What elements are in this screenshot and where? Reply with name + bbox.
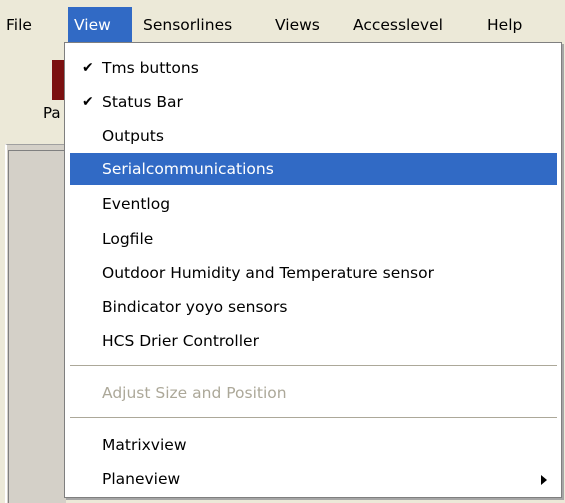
menu-sensorlines[interactable]: Sensorlines (143, 7, 232, 43)
content-panel (8, 150, 65, 503)
menu-views[interactable]: Views (275, 7, 320, 43)
menu-item-label: Outputs (102, 127, 164, 145)
menu-item-bindicator-sensors[interactable]: Bindicator yoyo sensors (70, 291, 557, 323)
menu-view[interactable]: View (68, 7, 132, 43)
checkmark-icon: ✔ (82, 94, 94, 110)
menu-item-adjust-size-position: Adjust Size and Position (70, 377, 557, 409)
menu-item-label: Adjust Size and Position (102, 384, 287, 402)
menu-file[interactable]: File (0, 7, 63, 43)
menu-item-eventlog[interactable]: Eventlog (70, 188, 557, 220)
menu-item-label: Bindicator yoyo sensors (102, 298, 288, 316)
menu-bar: File View Sensorlines Views Accesslevel … (0, 0, 565, 44)
menu-item-outdoor-sensor[interactable]: Outdoor Humidity and Temperature sensor (70, 257, 557, 289)
menu-item-tms-buttons[interactable]: ✔ Tms buttons (70, 52, 557, 84)
toolbar-button-label: Pa (43, 104, 61, 122)
menu-item-logfile[interactable]: Logfile (70, 223, 557, 255)
view-dropdown-menu: ✔ Tms buttons ✔ Status Bar Outputs Seria… (64, 42, 562, 498)
menu-item-label: Matrixview (102, 436, 187, 454)
menu-item-label: Logfile (102, 230, 154, 248)
checkmark-icon: ✔ (82, 60, 94, 76)
submenu-arrow-icon (541, 475, 547, 485)
menu-item-label: Outdoor Humidity and Temperature sensor (102, 264, 434, 282)
menu-item-outputs[interactable]: Outputs (70, 120, 557, 152)
menu-item-serialcommunications[interactable]: Serialcommunications (70, 153, 557, 185)
menu-item-matrixview[interactable]: Matrixview (70, 429, 557, 461)
menu-item-label: Tms buttons (102, 59, 199, 77)
menu-item-label: HCS Drier Controller (102, 332, 259, 350)
menu-item-label: Eventlog (102, 195, 171, 213)
menu-accesslevel[interactable]: Accesslevel (353, 7, 443, 43)
menu-separator (70, 365, 557, 366)
menu-item-planeview[interactable]: Planeview (70, 463, 557, 495)
menu-item-status-bar[interactable]: ✔ Status Bar (70, 86, 557, 118)
menu-item-label: Status Bar (102, 93, 183, 111)
menu-item-hcs-drier-controller[interactable]: HCS Drier Controller (70, 325, 557, 357)
menu-help[interactable]: Help (487, 7, 522, 43)
menu-separator (70, 417, 557, 418)
menu-item-label: Serialcommunications (102, 160, 274, 178)
menu-item-label: Planeview (102, 470, 181, 488)
